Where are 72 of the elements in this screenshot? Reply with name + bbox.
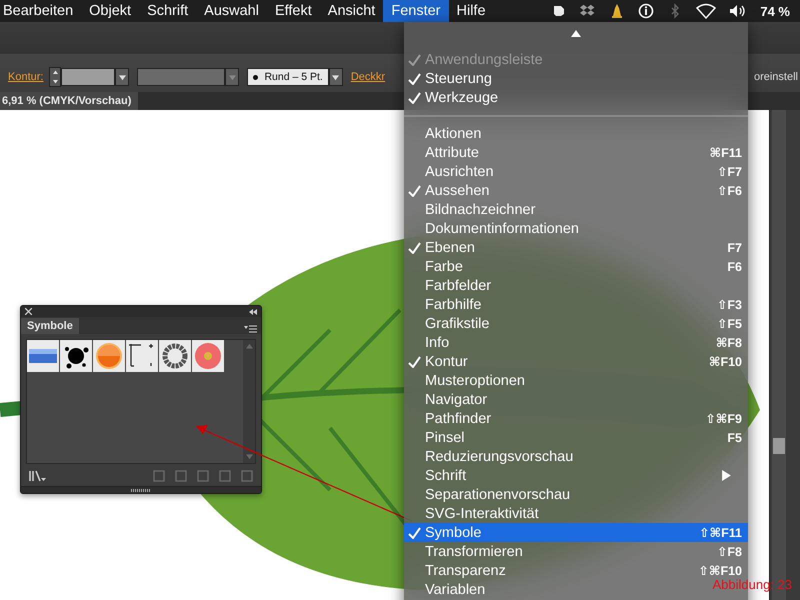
menu-item[interactable]: Pathfinder ⇧⌘F9 (404, 409, 748, 428)
close-icon[interactable] (25, 308, 32, 315)
info-circle-icon[interactable] (638, 3, 654, 19)
menu-item[interactable]: Bildnachzeichner (404, 200, 542, 219)
menu-title[interactable]: Effekt (266, 0, 320, 22)
menu-item[interactable]: Info ⌘F8 (404, 333, 748, 352)
up-arrow-icon (52, 70, 58, 75)
document-tab[interactable]: 6,91 % (CMYK/Vorschau) (0, 92, 138, 110)
menu-item[interactable]: Transparenz ⇧⌘F10 (404, 561, 748, 580)
menu-item[interactable]: Grafikstile ⇧F5 (404, 314, 748, 333)
submenu-arrow-icon (721, 470, 732, 481)
menu-item[interactable]: Werkzeuge (404, 88, 504, 107)
dropdown-button[interactable] (328, 68, 343, 86)
caret-icon (228, 74, 236, 80)
menu-item[interactable]: Separationenvorschau (404, 485, 576, 504)
menu-item[interactable]: Navigator (404, 390, 494, 409)
menu-item[interactable]: Farbfelder (404, 276, 498, 295)
menu-item[interactable]: Steuerung (404, 69, 498, 88)
menu-item[interactable]: Transformieren ⇧F8 (404, 542, 748, 561)
battery-percentage: 74 % (760, 4, 790, 18)
scroll-thumb[interactable] (773, 438, 785, 454)
grip-icon[interactable] (131, 488, 151, 492)
stroke-spinner[interactable] (49, 67, 62, 87)
menu-title[interactable]: Ansicht (320, 0, 384, 22)
menu-title[interactable]: Hilfe (448, 0, 494, 22)
menu-title[interactable]: Schrift (139, 0, 196, 22)
menu-title[interactable]: Bearbeiten (0, 0, 82, 22)
stroke-weight-field[interactable] (61, 68, 116, 86)
menu-item[interactable]: Farbhilfe ⇧F3 (404, 295, 748, 314)
ink-splash-symbol[interactable] (60, 340, 92, 372)
menu-item[interactable]: Attribute ⌘F11 (404, 143, 748, 162)
collapse-icon[interactable] (249, 308, 257, 314)
menu-item[interactable]: Ebenen F7 (404, 238, 748, 257)
scrollbar[interactable] (243, 340, 255, 463)
stroke-label[interactable]: Kontur: (8, 71, 44, 83)
menu-item[interactable]: SVG-Interaktivität (404, 504, 545, 523)
profile-field[interactable] (137, 68, 226, 86)
down-arrow-icon (52, 79, 58, 84)
speaker-icon[interactable] (729, 3, 748, 19)
scroll-up-icon (571, 29, 581, 39)
menu-item[interactable]: Dokumentinformationen (404, 219, 585, 238)
dropdown-button[interactable] (115, 68, 130, 86)
opacity-label[interactable]: Deckkr (350, 71, 386, 83)
menu-item[interactable]: Farbe F6 (404, 257, 748, 276)
menu-item[interactable]: Kontur ⌘F10 (404, 352, 748, 371)
menu-item[interactable]: Pinsel F5 (404, 428, 748, 447)
menu-title[interactable]: Auswahl (196, 0, 267, 22)
menu-item[interactable]: Schrift (404, 466, 748, 485)
caret-icon (118, 74, 126, 80)
menu-item[interactable]: Musteroptionen (404, 371, 531, 390)
up-arrow-icon (246, 343, 252, 350)
menu-item[interactable]: Reduzierungsvorschau (404, 447, 580, 466)
menu-item[interactable]: Variablen (404, 580, 492, 599)
menu-title[interactable]: Objekt (81, 0, 140, 22)
gradient-bar-symbol[interactable] (27, 340, 59, 372)
panel-tab[interactable]: Symbole (21, 318, 79, 334)
menu-item[interactable]: Ausrichten ⇧F7 (404, 162, 748, 181)
preset-label[interactable]: oreinstell (754, 71, 800, 83)
menu-item[interactable]: Aussehen ⇧F6 (404, 181, 748, 200)
ring-symbol[interactable] (159, 340, 191, 372)
wifi-icon[interactable] (696, 3, 716, 19)
down-arrow-icon (246, 453, 252, 460)
brush-field[interactable]: Rund – 5 Pt. (247, 68, 329, 86)
menu-title[interactable]: Fenster (383, 0, 449, 22)
caret-icon (332, 74, 340, 80)
library-icon[interactable] (29, 470, 47, 482)
dot-icon (253, 74, 258, 80)
flower-symbol[interactable] (192, 340, 224, 372)
panel-menu-icon[interactable] (244, 325, 257, 334)
crop-marks-symbol[interactable] (126, 340, 158, 372)
menu-item[interactable]: Symbole ⇧⌘F11 (404, 523, 748, 542)
menu-item[interactable]: Aktionen (404, 124, 488, 143)
